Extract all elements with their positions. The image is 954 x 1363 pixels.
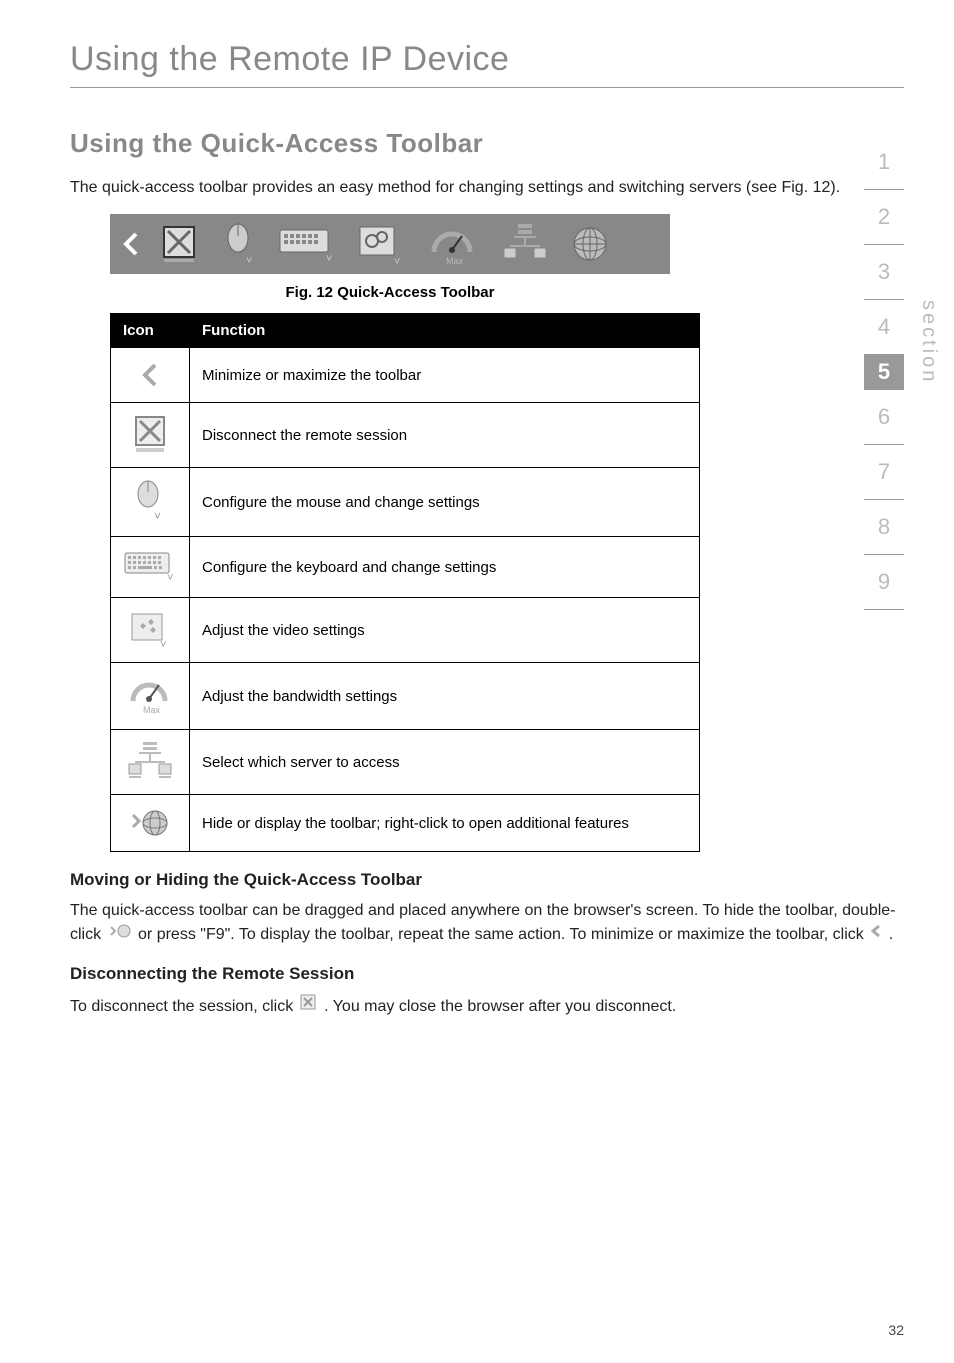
video-settings-icon: ˅ — [358, 221, 404, 267]
keyboard-icon: ˅ — [278, 224, 338, 264]
intro-text: The quick-access toolbar provides an eas… — [70, 177, 904, 199]
moving-heading: Moving or Hiding the Quick-Access Toolba… — [70, 870, 904, 890]
disconnect-icon — [111, 403, 190, 468]
globe-hide-icon — [111, 795, 190, 852]
svg-text:˅: ˅ — [160, 639, 166, 650]
bandwidth-icon: Max — [111, 663, 190, 730]
svg-text:Max: Max — [446, 256, 464, 266]
table-header-icon: Icon — [111, 314, 190, 348]
nav-item-3[interactable]: 3 — [864, 245, 904, 300]
server-select-icon — [111, 730, 190, 795]
bandwidth-icon: Max — [424, 222, 480, 266]
svg-text:˅: ˅ — [167, 572, 173, 584]
nav-item-7[interactable]: 7 — [864, 445, 904, 500]
disconnect-icon — [300, 994, 318, 1019]
mouse-icon: ˅ — [222, 222, 258, 266]
mouse-icon: ˅ — [111, 468, 190, 537]
disconnect-text-part2: . You may close the browser after you di… — [324, 998, 676, 1015]
moving-text-part3: . — [889, 926, 893, 943]
table-row: Select which server to access — [111, 730, 700, 795]
moving-text: The quick-access toolbar can be dragged … — [70, 900, 904, 946]
icon-function-table: Icon Function Minimize or maximize the t… — [110, 313, 700, 852]
disconnect-text-part1: To disconnect the session, click — [70, 998, 298, 1015]
table-cell-function: Select which server to access — [190, 730, 700, 795]
table-cell-function: Disconnect the remote session — [190, 403, 700, 468]
moving-text-part2: or press "F9". To display the toolbar, r… — [138, 926, 868, 943]
nav-item-5[interactable]: 5 — [864, 355, 904, 390]
disconnect-heading: Disconnecting the Remote Session — [70, 964, 904, 984]
table-row: Max Adjust the bandwidth settings — [111, 663, 700, 730]
table-row: ˅ Configure the mouse and change setting… — [111, 468, 700, 537]
svg-text:˅: ˅ — [246, 255, 252, 266]
nav-item-2[interactable]: 2 — [864, 190, 904, 245]
figure-caption: Fig. 12 Quick-Access Toolbar — [110, 284, 670, 301]
chevron-left-icon — [870, 923, 882, 946]
nav-item-9[interactable]: 9 — [864, 555, 904, 610]
keyboard-icon: ˅ — [111, 537, 190, 598]
title-divider — [70, 87, 904, 88]
table-cell-function: Minimize or maximize the toolbar — [190, 348, 700, 403]
table-row: Disconnect the remote session — [111, 403, 700, 468]
nav-item-1[interactable]: 1 — [864, 135, 904, 190]
section-label: section — [917, 300, 940, 384]
table-header-function: Function — [190, 314, 700, 348]
table-cell-function: Adjust the bandwidth settings — [190, 663, 700, 730]
toolbar-figure: ˅ ˅ ˅ Max — [110, 214, 904, 274]
video-settings-icon: ˅ — [111, 598, 190, 663]
nav-item-4[interactable]: 4 — [864, 300, 904, 355]
chevron-left-icon — [122, 230, 140, 258]
table-row: Hide or display the toolbar; right-click… — [111, 795, 700, 852]
nav-item-6[interactable]: 6 — [864, 390, 904, 445]
table-cell-function: Configure the mouse and change settings — [190, 468, 700, 537]
svg-text:˅: ˅ — [326, 253, 332, 264]
nav-item-8[interactable]: 8 — [864, 500, 904, 555]
table-row: ˅ Configure the keyboard and change sett… — [111, 537, 700, 598]
minimize-icon — [111, 348, 190, 403]
globe-icon — [570, 224, 610, 264]
page-title: Using the Remote IP Device — [70, 40, 904, 79]
server-select-icon — [500, 222, 550, 266]
disconnect-icon — [160, 223, 202, 265]
table-cell-function: Hide or display the toolbar; right-click… — [190, 795, 700, 852]
svg-text:˅: ˅ — [154, 509, 161, 523]
section-nav: 1 2 3 4 5 6 7 8 9 — [864, 135, 904, 610]
page-number: 32 — [888, 1322, 904, 1338]
table-cell-function: Adjust the video settings — [190, 598, 700, 663]
globe-hide-icon — [108, 923, 132, 946]
svg-text:Max: Max — [143, 705, 161, 715]
quick-access-toolbar-image: ˅ ˅ ˅ Max — [110, 214, 670, 274]
svg-text:˅: ˅ — [394, 256, 400, 267]
disconnect-text: To disconnect the session, click . You m… — [70, 994, 904, 1019]
table-row: Minimize or maximize the toolbar — [111, 348, 700, 403]
table-cell-function: Configure the keyboard and change settin… — [190, 537, 700, 598]
table-row: ˅ Adjust the video settings — [111, 598, 700, 663]
section-heading: Using the Quick-Access Toolbar — [70, 128, 904, 159]
